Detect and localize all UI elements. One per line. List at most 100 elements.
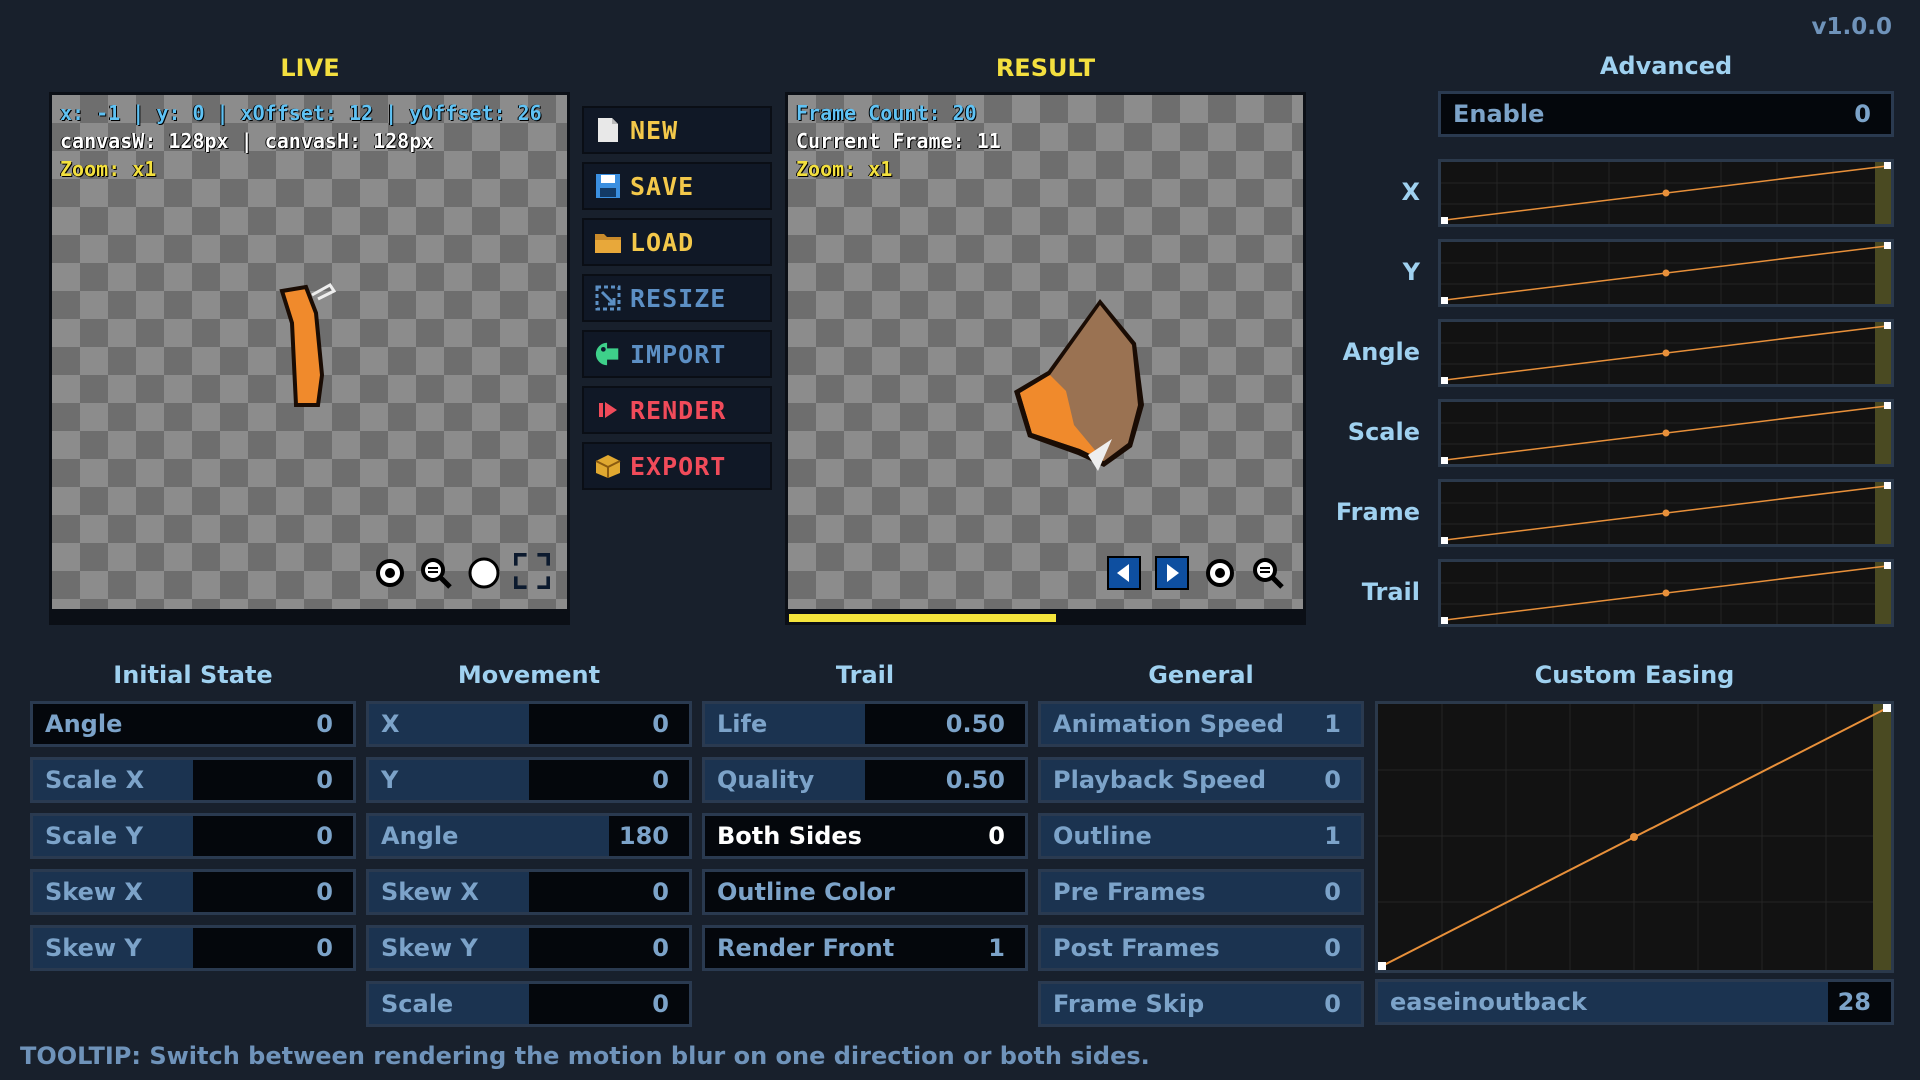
render-button[interactable]: RENDER bbox=[582, 386, 772, 434]
field-value: 0 bbox=[652, 766, 669, 794]
initial-state-skew-y-field[interactable]: Skew Y 0 bbox=[30, 925, 356, 971]
field-label: Skew Y bbox=[45, 934, 142, 962]
new-file-icon bbox=[594, 116, 622, 144]
curve-editor-trail[interactable] bbox=[1438, 559, 1894, 627]
custom-easing-title: Custom Easing bbox=[1534, 661, 1735, 689]
field-label: Outline bbox=[1053, 822, 1152, 850]
movement-scale-field[interactable]: Scale 0 bbox=[366, 981, 692, 1027]
live-coords: x: -1 | y: 0 | xOffset: 12 | yOffset: 26 bbox=[60, 101, 542, 125]
movement-y-field[interactable]: Y0 bbox=[366, 757, 692, 803]
curve-editor-frame[interactable] bbox=[1438, 479, 1894, 547]
field-value: 0 bbox=[316, 878, 333, 906]
result-canvas[interactable]: Frame Count: 20 Current Frame: 11 Zoom: … bbox=[785, 92, 1306, 612]
custom-easing-graph[interactable] bbox=[1375, 701, 1894, 973]
general-title: General bbox=[1148, 661, 1254, 689]
curve-editor-angle[interactable] bbox=[1438, 319, 1894, 387]
zoom-icon[interactable] bbox=[418, 555, 454, 591]
import-label: IMPORT bbox=[630, 339, 727, 369]
result-zoom: Zoom: x1 bbox=[796, 157, 893, 181]
prev-frame-icon[interactable] bbox=[1106, 555, 1142, 591]
general-playback-speed-field[interactable]: Playback Speed 0 bbox=[1038, 757, 1364, 803]
general-outline-field[interactable]: Outline 1 bbox=[1038, 813, 1364, 859]
field-value: 0 bbox=[316, 934, 333, 962]
movement-angle-field[interactable]: Angle 180 bbox=[366, 813, 692, 859]
resize-label: RESIZE bbox=[630, 283, 727, 313]
fit-screen-icon[interactable] bbox=[514, 553, 550, 589]
movement-skew-y-field[interactable]: Skew Y 0 bbox=[366, 925, 692, 971]
initial-state-skew-x-field[interactable]: Skew X 0 bbox=[30, 869, 356, 915]
field-label: Y bbox=[381, 766, 399, 794]
trail-outline-color-field[interactable]: Outline Color bbox=[702, 869, 1028, 915]
easing-curve-plot bbox=[1378, 704, 1891, 970]
field-value: 0 bbox=[652, 710, 669, 738]
easing-preset-value: 28 bbox=[1837, 988, 1871, 1016]
movement-skew-x-field[interactable]: Skew X 0 bbox=[366, 869, 692, 915]
play-icon bbox=[594, 396, 622, 424]
field-label: Skew Y bbox=[381, 934, 478, 962]
general-pre-frames-field[interactable]: Pre Frames 0 bbox=[1038, 869, 1364, 915]
new-label: NEW bbox=[630, 115, 679, 145]
playback-progress-fill bbox=[789, 614, 1056, 622]
save-button[interactable]: SAVE bbox=[582, 162, 772, 210]
field-value: 0 bbox=[652, 934, 669, 962]
curve-label-trail: Trail bbox=[1361, 578, 1420, 606]
initial-state-scale-y-field[interactable]: Scale Y 0 bbox=[30, 813, 356, 859]
field-label: Outline Color bbox=[717, 878, 895, 906]
field-value: 1 bbox=[988, 934, 1005, 962]
advanced-enable-field[interactable]: Enable 0 bbox=[1438, 91, 1894, 137]
curve-label-angle: Angle bbox=[1342, 338, 1420, 366]
field-value: 0 bbox=[1324, 934, 1341, 962]
initial-state-angle-field[interactable]: Angle 0 bbox=[30, 701, 356, 747]
field-value: 0 bbox=[1324, 878, 1341, 906]
playback-progress-track[interactable] bbox=[785, 612, 1306, 625]
easing-preset-field[interactable]: easeinoutback 28 bbox=[1375, 979, 1894, 1025]
save-label: SAVE bbox=[630, 171, 695, 201]
field-value: 1 bbox=[1324, 822, 1341, 850]
field-value: 0 bbox=[316, 766, 333, 794]
initial-state-scale-x-field[interactable]: Scale X 0 bbox=[30, 757, 356, 803]
live-canvas[interactable]: x: -1 | y: 0 | xOffset: 12 | yOffset: 26… bbox=[49, 92, 570, 612]
curve-editor-scale[interactable] bbox=[1438, 399, 1894, 467]
export-box-icon bbox=[594, 452, 622, 480]
general-animation-speed-field[interactable]: Animation Speed 1 bbox=[1038, 701, 1364, 747]
movement-x-field[interactable]: X0 bbox=[366, 701, 692, 747]
settings-icon[interactable] bbox=[1202, 555, 1238, 591]
general-post-frames-field[interactable]: Post Frames 0 bbox=[1038, 925, 1364, 971]
curve-editor-x[interactable] bbox=[1438, 159, 1894, 227]
import-icon bbox=[594, 340, 622, 368]
zoom-icon[interactable] bbox=[1250, 555, 1286, 591]
trail-life-field[interactable]: Life 0.50 bbox=[702, 701, 1028, 747]
import-button[interactable]: IMPORT bbox=[582, 330, 772, 378]
field-label: X bbox=[381, 710, 400, 738]
trail-title: Trail bbox=[835, 661, 895, 689]
field-label: Scale Y bbox=[45, 822, 143, 850]
circle-brush-icon[interactable] bbox=[466, 555, 502, 591]
result-title: RESULT bbox=[995, 54, 1096, 82]
load-button[interactable]: LOAD bbox=[582, 218, 772, 266]
curve-label-frame: Frame bbox=[1335, 498, 1420, 526]
live-canvas-footer bbox=[49, 612, 570, 625]
new-button[interactable]: NEW bbox=[582, 106, 772, 154]
result-sprite bbox=[1014, 299, 1144, 471]
live-zoom: Zoom: x1 bbox=[60, 157, 157, 181]
field-value: 0 bbox=[652, 990, 669, 1018]
field-label: Scale bbox=[381, 990, 454, 1018]
curve-label-scale: Scale bbox=[1347, 418, 1420, 446]
field-label: Angle bbox=[381, 822, 459, 850]
resize-button[interactable]: RESIZE bbox=[582, 274, 772, 322]
curve-editor-y[interactable] bbox=[1438, 239, 1894, 307]
field-label: Life bbox=[717, 710, 768, 738]
trail-quality-field[interactable]: Quality 0.50 bbox=[702, 757, 1028, 803]
render-label: RENDER bbox=[630, 395, 727, 425]
general-frame-skip-field[interactable]: Frame Skip 0 bbox=[1038, 981, 1364, 1027]
trail-both-sides-field[interactable]: Both Sides 0 bbox=[702, 813, 1028, 859]
settings-icon[interactable] bbox=[372, 555, 408, 591]
result-current-frame: Current Frame: 11 bbox=[796, 129, 1001, 153]
next-frame-icon[interactable] bbox=[1154, 555, 1190, 591]
trail-render-front-field[interactable]: Render Front 1 bbox=[702, 925, 1028, 971]
field-value: 180 bbox=[618, 822, 669, 850]
field-label: Render Front bbox=[717, 934, 895, 962]
field-value: 1 bbox=[1324, 710, 1341, 738]
field-value: 0.50 bbox=[945, 766, 1005, 794]
export-button[interactable]: EXPORT bbox=[582, 442, 772, 490]
